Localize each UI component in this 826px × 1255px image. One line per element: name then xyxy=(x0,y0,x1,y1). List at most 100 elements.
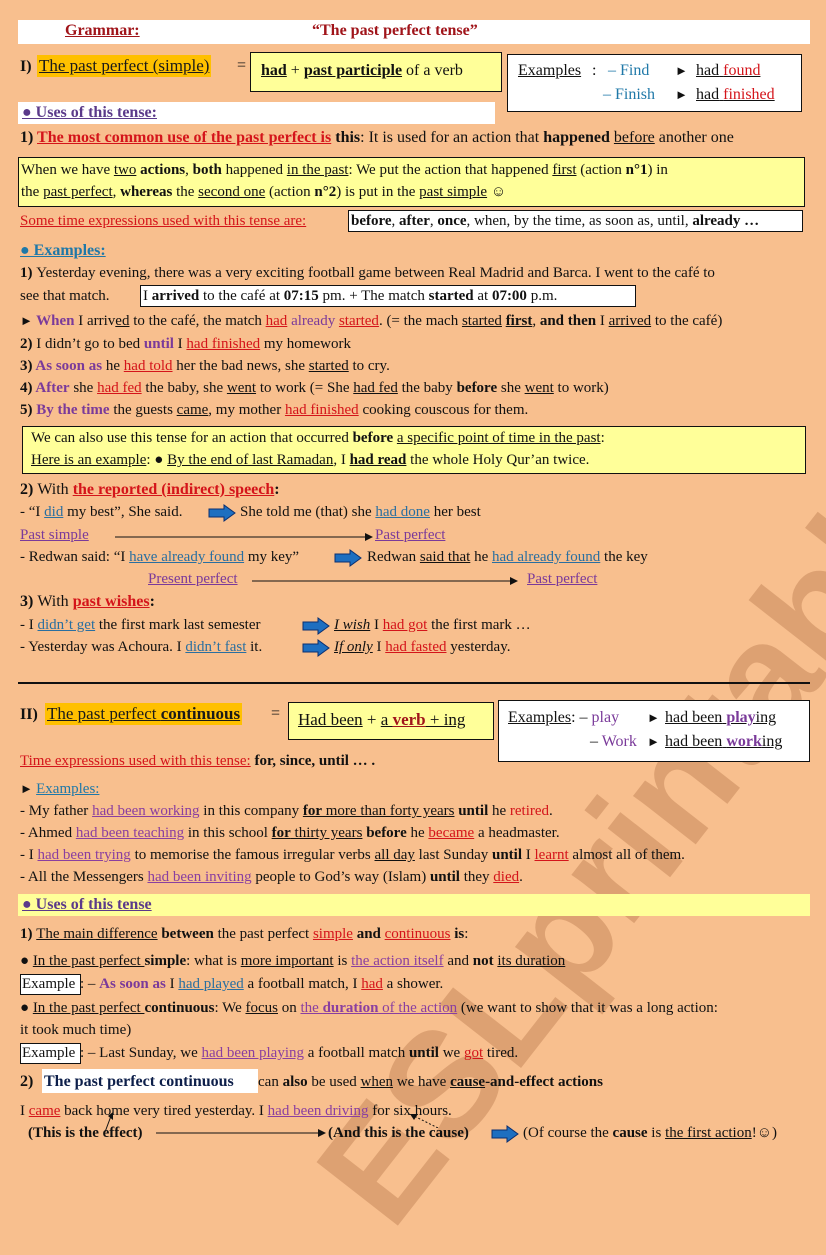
text-run: got xyxy=(463,1045,484,1061)
text-run: , my mother xyxy=(208,402,285,418)
text-run: have already found xyxy=(129,549,245,565)
text-run: the first mark … xyxy=(427,617,531,633)
text-run: Had been xyxy=(298,710,363,729)
text-run: (action xyxy=(265,184,315,200)
example-pp-finished: finished xyxy=(723,86,775,103)
text-run: they xyxy=(459,869,494,885)
wish-1-fact: - I didn’t get the first mark last semes… xyxy=(20,615,261,635)
blue-arrow-icon xyxy=(208,504,236,522)
arrow-right-icon xyxy=(156,1129,326,1137)
text-run: and xyxy=(443,953,473,969)
text-run: before xyxy=(366,825,407,841)
examples-heading-2-text: Examples: xyxy=(36,781,100,797)
text-run: 1) xyxy=(20,129,38,146)
text-run: had already found xyxy=(491,549,601,565)
text-run: had played xyxy=(178,976,244,992)
wish-2-wish: If only I had fasted yesterday. xyxy=(334,637,510,657)
blue-arrow-icon xyxy=(491,1125,519,1143)
text-run: until xyxy=(458,803,489,819)
text-run: be used xyxy=(307,1074,361,1090)
arrow-right-icon xyxy=(252,577,518,585)
text-run: - Yesterday was Achoura. I xyxy=(20,639,186,655)
text-run: when xyxy=(360,1074,394,1090)
example-verb-find: – Find xyxy=(608,62,650,79)
triangle-right-icon: ► xyxy=(647,710,660,725)
text-run: 1) xyxy=(20,926,37,942)
text-run: until xyxy=(408,1045,439,1061)
text-run: , xyxy=(112,184,121,200)
text-run: verb xyxy=(392,710,426,729)
text-run: : ● xyxy=(146,452,168,468)
text-run: ☺ xyxy=(487,184,507,200)
text-run: : xyxy=(274,481,280,498)
text-run: its duration xyxy=(497,953,566,969)
arrow-right-icon xyxy=(115,533,373,541)
text-run: can xyxy=(258,1074,283,1090)
text-run: , when, by the time, as soon as, until, xyxy=(466,213,693,229)
text-run: almost all of them. xyxy=(568,847,685,863)
cause-sentence: I came back home very tired yesterday. I… xyxy=(20,1101,452,1121)
tense-label-past-perfect-2: Past perfect xyxy=(527,571,598,587)
text-run: to work) xyxy=(553,380,609,396)
time-expr-list: before, after, once, when, by the time, … xyxy=(351,211,759,231)
uses-heading-2: ● Uses of this tense xyxy=(22,896,152,913)
text-run: : It is used for an action that xyxy=(360,129,544,146)
text-run: had been trying xyxy=(37,847,131,863)
triangle-right-icon: ► xyxy=(20,781,37,796)
text-run: her the bad news, she xyxy=(172,358,309,374)
text-run: had finished xyxy=(284,402,359,418)
text-run: !☺) xyxy=(751,1125,778,1141)
examples-label-text: Examples xyxy=(518,62,582,79)
text-run: to cry. xyxy=(348,358,390,374)
continuous-point-2: it took much time) xyxy=(20,1022,132,1038)
text-run: became xyxy=(428,825,475,841)
text-run: started xyxy=(461,313,502,329)
text-run: The most common use of the past perfect … xyxy=(37,129,332,146)
stem-text: work xyxy=(726,733,762,750)
example-1-line-1: 1) Yesterday evening, there was a very e… xyxy=(20,263,715,283)
text-run: cooking couscous for them. xyxy=(358,402,529,418)
text-run: -and-effect actions xyxy=(485,1074,603,1090)
text-run: went xyxy=(226,380,257,396)
grammar-label: Grammar: xyxy=(65,22,140,39)
text-run: I wish xyxy=(334,617,371,633)
reported-1-indirect: She told me (that) she had done her best xyxy=(240,502,481,522)
text-run: to the café at xyxy=(199,288,284,304)
text-run: pm. + The match xyxy=(318,288,429,304)
text-run: (Of course the xyxy=(523,1125,613,1141)
text-run: - My father xyxy=(20,803,93,819)
text-run: in this school xyxy=(184,825,272,841)
text-run: 3) xyxy=(20,593,38,610)
text-run: had xyxy=(261,62,287,79)
text-run: happened xyxy=(221,162,287,178)
wish-1-wish: I wish I had got the first mark … xyxy=(334,615,531,635)
text-run: : – xyxy=(80,976,100,992)
text-run: the guests xyxy=(109,402,177,418)
text-run: had been inviting xyxy=(147,869,252,885)
text-run: I xyxy=(372,639,386,655)
reported-1-direct: - “I did my best”, She said. xyxy=(20,502,182,522)
text-run: came xyxy=(28,1103,61,1119)
example-1-result: ► When I arrived to the café, the match … xyxy=(20,311,722,331)
text-run: I xyxy=(522,847,535,863)
dash: – xyxy=(590,733,602,750)
text-run: ► xyxy=(20,313,37,328)
time-expr-label-2: Time expressions used with this tense: xyxy=(20,753,251,769)
page-title: “The past perfect tense” xyxy=(312,22,478,39)
text-run: had been working xyxy=(92,803,200,819)
section1-number: I) xyxy=(20,58,32,75)
text-run: 3) xyxy=(20,358,36,374)
text-run: the whole Holy Qur’an twice. xyxy=(406,452,590,468)
text-run: my best”, She said. xyxy=(63,504,183,520)
text-run: didn’t get xyxy=(37,617,96,633)
simple-example: : – As soon as I had played a football m… xyxy=(80,974,443,994)
text-run: (we want to show that it was a long acti… xyxy=(457,1000,718,1016)
text-run: another one xyxy=(654,129,734,146)
text-run: back home very tired yesterday. I xyxy=(60,1103,268,1119)
text-run: this xyxy=(331,129,361,146)
section2-heading-b: continuous xyxy=(160,704,241,723)
text-run: cause xyxy=(450,1074,486,1090)
text-run: simple xyxy=(144,953,187,969)
text-run: the reported (indirect) speech xyxy=(72,481,275,498)
text-run: I xyxy=(20,1103,29,1119)
